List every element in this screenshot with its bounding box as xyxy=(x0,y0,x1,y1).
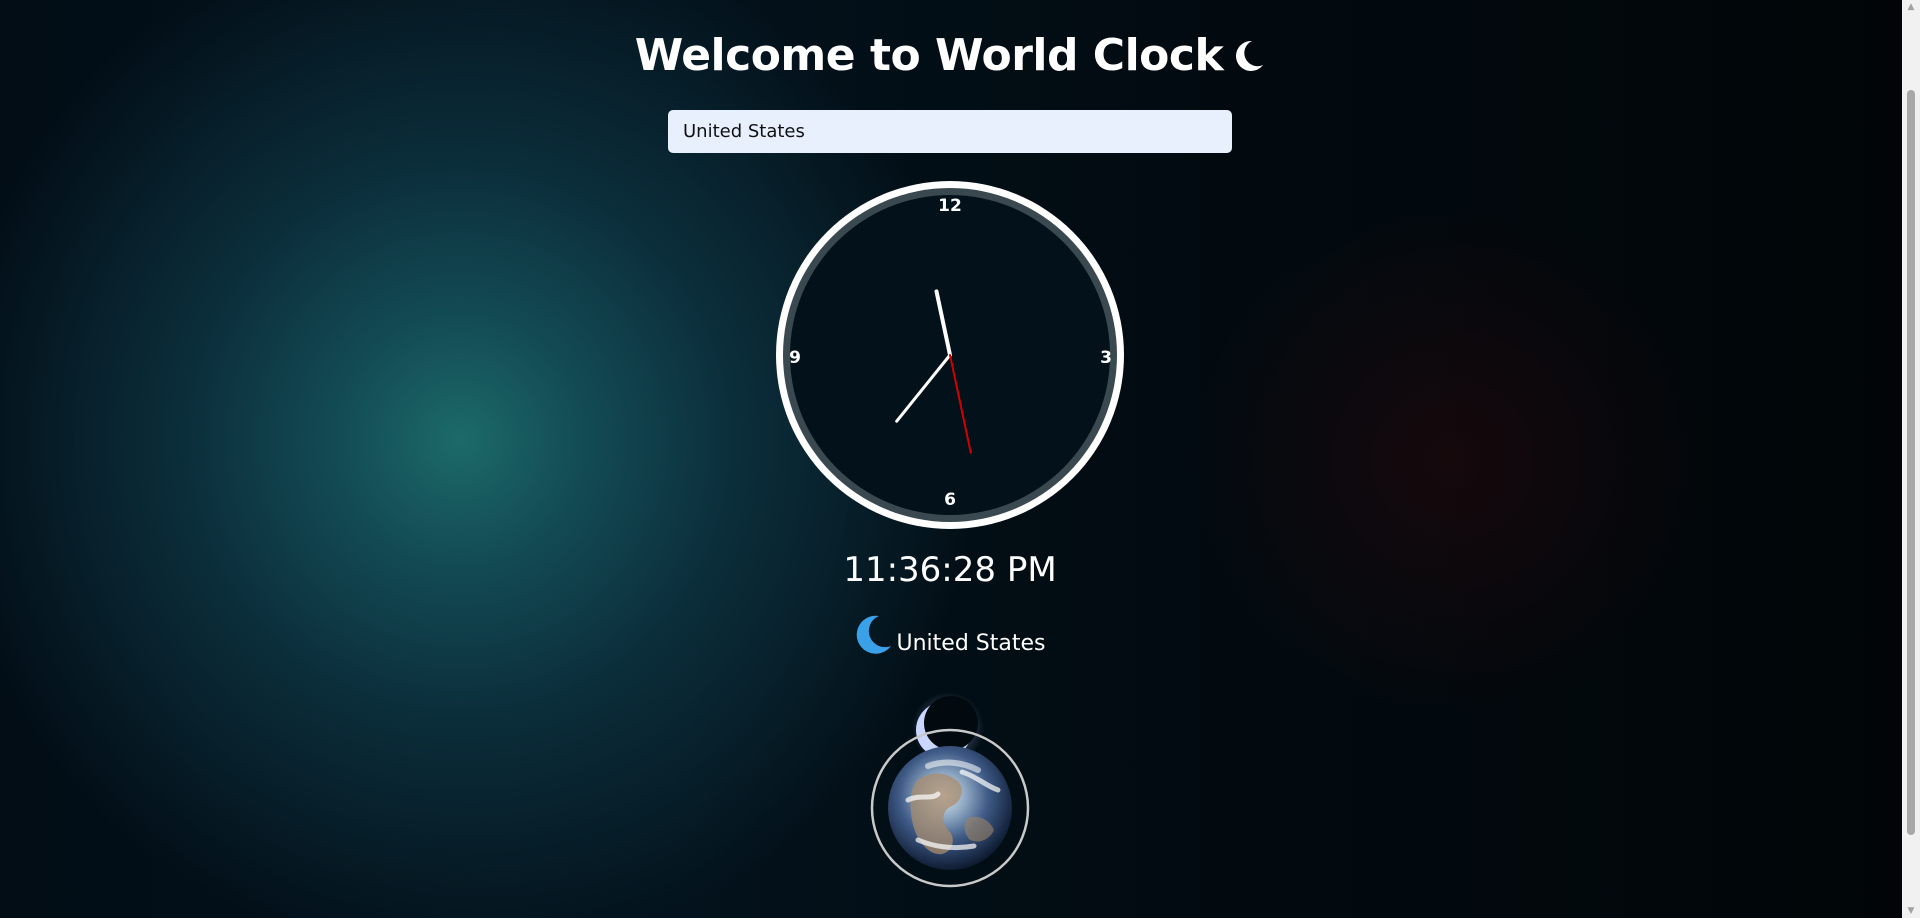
crescent-moon-icon xyxy=(1235,30,1265,81)
page-title-text: Welcome to World Clock xyxy=(634,30,1224,81)
vertical-scrollbar[interactable]: ▲ ▼ xyxy=(1902,0,1920,918)
earth-moon-illustration xyxy=(870,692,1030,888)
location-row: United States xyxy=(0,614,1900,660)
clock-numeral-6: 6 xyxy=(944,490,956,510)
scrollbar-thumb[interactable] xyxy=(1907,90,1915,835)
scroll-down-arrow-icon[interactable]: ▼ xyxy=(1902,904,1920,918)
location-name: United States xyxy=(896,630,1046,656)
clock-numeral-3: 3 xyxy=(1100,348,1112,368)
digital-time: 11:36:28 PM xyxy=(843,550,1057,590)
analog-clock: 12 3 6 9 xyxy=(776,181,1124,529)
clock-numeral-12: 12 xyxy=(938,196,962,216)
crescent-moon-icon xyxy=(855,614,893,660)
earth-globe-icon xyxy=(888,746,1012,870)
world-clock-page: Welcome to World Clock 12 3 6 9 11:36:28… xyxy=(0,0,1902,918)
scroll-up-arrow-icon[interactable]: ▲ xyxy=(1902,0,1920,14)
page-title: Welcome to World Clock xyxy=(0,30,1900,81)
clock-numeral-9: 9 xyxy=(789,348,801,368)
country-search-input[interactable] xyxy=(668,110,1232,153)
